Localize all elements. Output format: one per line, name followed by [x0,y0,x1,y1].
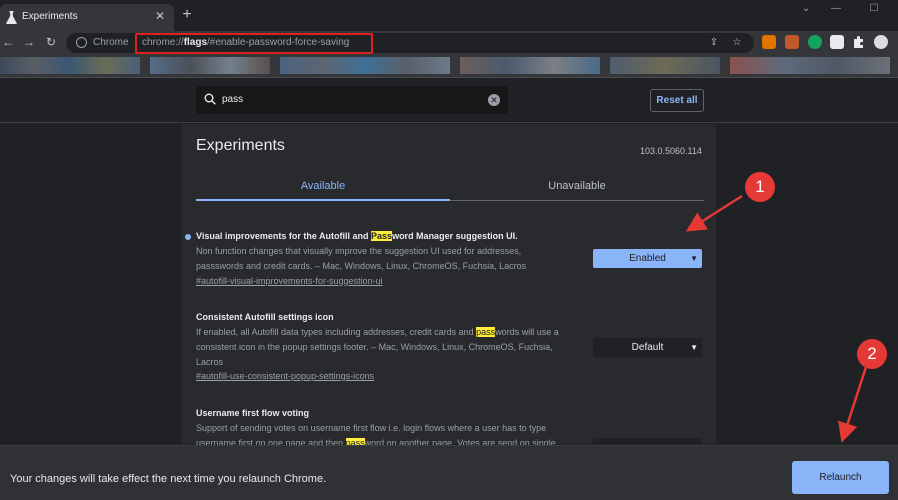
tab-close-icon[interactable]: ✕ [152,8,168,24]
tab-available[interactable]: Available [196,176,450,201]
bookmark-item[interactable] [460,57,600,74]
experiment-title: Visual improvements for the Autofill and… [196,231,518,241]
bookmark-item[interactable] [610,57,720,74]
grammarly-icon[interactable] [808,35,822,49]
search-icon [204,93,216,105]
relaunch-button[interactable]: Relaunch [792,461,889,494]
browser-window: Experiments ✕ + ⌄ — ☐ ← → ↻ Chrome chrom… [0,0,898,500]
annotation-badge-2: 2 [857,339,887,369]
flask-icon [6,11,17,24]
bookmark-item[interactable] [150,57,270,74]
maximize-button[interactable]: ☐ [862,0,886,18]
experiment-title: Username first flow voting [196,408,310,418]
minimize-button[interactable]: — [824,0,848,18]
reload-button[interactable]: ↻ [43,34,59,50]
search-input[interactable]: pass ✕ [196,86,508,114]
annotation-badge-1: 1 [745,172,775,202]
modified-indicator [185,234,191,240]
bookmark-star-icon[interactable]: ☆ [730,36,744,50]
experiment-title: Consistent Autofill settings icon [196,312,334,322]
tab-title: Experiments [22,11,78,22]
extensions-puzzle-icon[interactable] [852,35,866,49]
url-annotation-box [135,33,373,54]
bookmark-item[interactable] [730,57,890,74]
bookmark-item[interactable] [0,57,140,74]
experiment-state-select[interactable]: Enabled ▼ [593,249,702,268]
chevron-down-icon: ▼ [690,343,698,352]
extension-icon-2[interactable] [785,35,799,49]
chevron-down-icon: ▼ [690,254,698,263]
bookmark-item[interactable] [280,57,450,74]
forward-button[interactable]: → [21,34,37,50]
left-margin [0,124,182,500]
reset-all-button[interactable]: Reset all [650,89,704,112]
new-tab-button[interactable]: + [178,6,196,24]
experiment-description: Non function changes that visually impro… [196,246,527,271]
share-icon[interactable]: ⇪ [707,36,721,50]
experiment-link[interactable]: #autofill-use-consistent-popup-settings-… [196,371,374,381]
back-button[interactable]: ← [0,34,16,50]
clear-search-icon[interactable]: ✕ [488,94,500,106]
extension-icon-1[interactable] [762,35,776,49]
page-title: Experiments [196,137,285,154]
tab-unavailable[interactable]: Unavailable [450,176,704,201]
experiment-description: If enabled, all Autofill data types incl… [196,327,559,367]
tab-experiments[interactable]: Experiments ✕ [0,4,174,31]
site-label: Chrome [93,37,129,48]
experiment-link[interactable]: #autofill-visual-improvements-for-sugges… [196,276,383,286]
relaunch-bar: Your changes will take effect the next t… [0,445,898,500]
extension-icon-4[interactable] [830,35,844,49]
tab-search-icon[interactable]: ⌄ [794,0,818,18]
tab-strip: Experiments ✕ + ⌄ — ☐ [0,0,898,31]
chrome-icon [76,37,87,48]
bookmarks-bar [0,54,898,78]
search-value: pass [222,94,244,105]
profile-avatar[interactable] [874,35,888,49]
relaunch-message: Your changes will take effect the next t… [10,473,327,485]
experiment-state-select[interactable]: Default ▼ [593,338,702,357]
right-margin [716,124,898,500]
version-label: 103.0.5060.114 [640,146,702,156]
